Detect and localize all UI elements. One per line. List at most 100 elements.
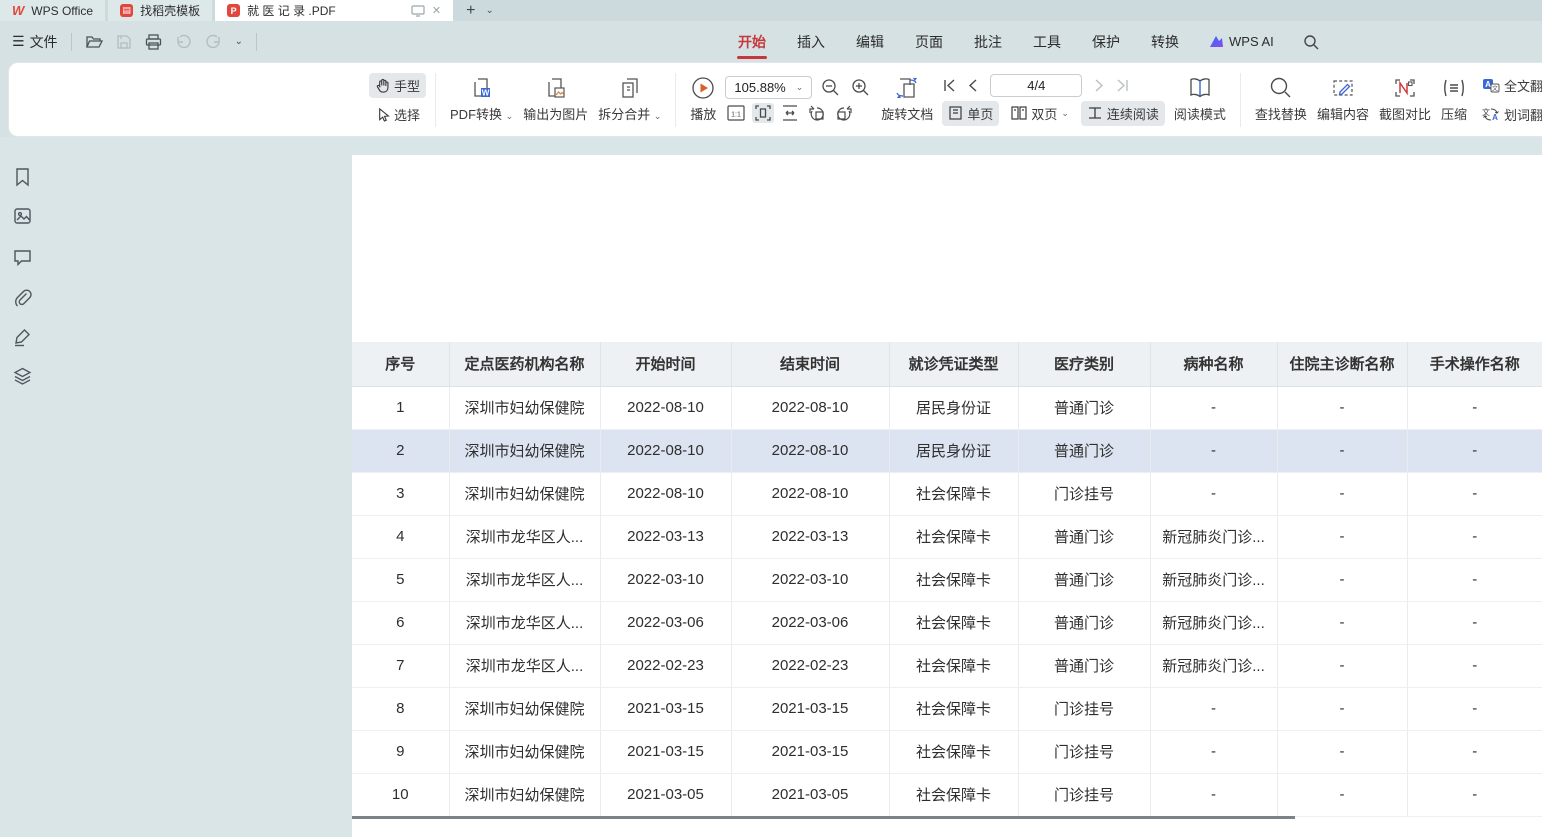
redo-icon[interactable] xyxy=(205,34,222,49)
tab-label: 就 医 记 录 .PDF xyxy=(247,2,336,19)
svg-text:文: 文 xyxy=(1482,107,1490,117)
fit-page-button[interactable] xyxy=(752,103,774,123)
zoom-in-button[interactable] xyxy=(849,76,872,99)
open-file-icon[interactable] xyxy=(85,34,103,50)
save-icon[interactable] xyxy=(116,34,132,50)
fit-width-button[interactable] xyxy=(779,103,801,123)
page-number-input[interactable] xyxy=(990,74,1082,97)
tab-docer-templates[interactable]: ▤ 找稻壳模板 xyxy=(108,0,212,21)
thumbnail-icon[interactable] xyxy=(13,207,32,225)
hand-tool-button[interactable]: 手型 xyxy=(369,73,426,98)
export-image-button[interactable]: 输出为图片 xyxy=(518,74,593,125)
menu-tab-edit[interactable]: 编辑 xyxy=(855,23,885,61)
wps-ai-button[interactable]: WPS AI xyxy=(1209,34,1274,49)
svg-text:A: A xyxy=(1492,113,1498,122)
menu-tab-tools[interactable]: 工具 xyxy=(1032,23,1062,61)
new-tab-button[interactable]: + xyxy=(466,2,475,20)
find-replace-label: 查找替换 xyxy=(1255,104,1307,123)
table-cell: 10 xyxy=(352,773,449,816)
rotate-document-button[interactable]: 旋转文档 xyxy=(876,74,938,125)
double-page-button[interactable]: 双页 ⌄ xyxy=(1005,101,1075,126)
table-cell: - xyxy=(1277,644,1407,687)
table-cell: - xyxy=(1150,386,1277,429)
pdf-convert-label: PDF转换 xyxy=(450,107,502,122)
table-cell: 2021-03-05 xyxy=(600,773,731,816)
table-cell: 居民身份证 xyxy=(889,386,1018,429)
word-translate-label: 划词翻译 xyxy=(1504,105,1542,124)
last-page-button[interactable] xyxy=(1115,78,1130,93)
table-cell: 深圳市妇幼保健院 xyxy=(449,472,600,515)
signature-icon[interactable] xyxy=(13,327,32,347)
close-tab-icon[interactable]: ✕ xyxy=(432,4,441,17)
edit-content-label: 编辑内容 xyxy=(1317,104,1369,123)
word-translate-button[interactable]: 文 A 划词翻译 ⌄ xyxy=(1476,102,1542,127)
table-cell: 7 xyxy=(352,644,449,687)
table-cell: 2022-08-10 xyxy=(600,472,731,515)
layers-icon[interactable] xyxy=(13,367,32,386)
continuous-read-button[interactable]: 连续阅读 xyxy=(1081,101,1165,126)
read-mode-button[interactable]: 阅读模式 xyxy=(1169,74,1231,125)
split-merge-icon xyxy=(618,76,642,100)
table-cell: 社会保障卡 xyxy=(889,730,1018,773)
menu-tab-protect[interactable]: 保护 xyxy=(1091,23,1121,61)
svg-text:文: 文 xyxy=(1492,84,1498,92)
table-cell: 9 xyxy=(352,730,449,773)
table-cell: - xyxy=(1407,472,1542,515)
rotate-document-label: 旋转文档 xyxy=(881,104,933,123)
edit-content-button[interactable]: 编辑内容 xyxy=(1312,74,1374,125)
zoom-out-button[interactable] xyxy=(819,76,842,99)
menu-search-icon[interactable] xyxy=(1303,34,1319,50)
menu-tab-convert[interactable]: 转换 xyxy=(1150,23,1180,61)
actual-size-button[interactable]: 1:1 xyxy=(725,103,747,123)
bookmark-icon[interactable] xyxy=(13,167,32,187)
screenshot-compare-button[interactable]: 截图对比 xyxy=(1374,74,1436,125)
zoom-level-select[interactable]: 105.88% ⌄ xyxy=(725,76,812,99)
table-cell: 门诊挂号 xyxy=(1018,472,1150,515)
table-cell: 深圳市妇幼保健院 xyxy=(449,773,600,816)
table-cell: 2022-03-06 xyxy=(600,601,731,644)
full-translate-button[interactable]: A 文 全文翻译 xyxy=(1476,73,1542,98)
tab-wps-office[interactable]: W WPS Office xyxy=(0,0,105,21)
pdf-convert-button[interactable]: W PDF转换 ⌄ xyxy=(445,74,518,125)
rotate-left-button[interactable] xyxy=(806,103,828,123)
table-cell: 居民身份证 xyxy=(889,429,1018,472)
pdf-page: 序号定点医药机构名称开始时间结束时间就诊凭证类型医疗类别病种名称住院主诊断名称手… xyxy=(352,155,1542,837)
tab-list-chevron-icon[interactable]: ⌄ xyxy=(485,5,493,16)
menu-tab-page[interactable]: 页面 xyxy=(914,23,944,61)
undo-icon[interactable] xyxy=(175,34,192,49)
table-row: 8深圳市妇幼保健院2021-03-152021-03-15社会保障卡门诊挂号--… xyxy=(352,687,1542,730)
select-tool-button[interactable]: 选择 xyxy=(369,102,426,127)
table-cell: 新冠肺炎门诊... xyxy=(1150,601,1277,644)
file-menu-button[interactable]: ☰ 文件 xyxy=(12,32,58,52)
table-cell: - xyxy=(1407,558,1542,601)
find-replace-button[interactable]: 查找替换 xyxy=(1250,74,1312,125)
table-cell: - xyxy=(1277,773,1407,816)
table-cell: - xyxy=(1277,687,1407,730)
print-icon[interactable] xyxy=(145,34,162,50)
previous-page-button[interactable] xyxy=(966,78,981,93)
comment-icon[interactable] xyxy=(13,248,32,266)
table-cell: - xyxy=(1407,386,1542,429)
split-merge-button[interactable]: 拆分合并 ⌄ xyxy=(593,74,666,125)
next-page-button[interactable] xyxy=(1091,78,1106,93)
attachment-icon[interactable] xyxy=(13,288,32,307)
menu-tab-home[interactable]: 开始 xyxy=(737,23,767,61)
rotate-right-button[interactable] xyxy=(833,103,855,123)
play-button[interactable]: 播放 xyxy=(685,74,721,125)
table-cell: 深圳市妇幼保健院 xyxy=(449,730,600,773)
first-page-button[interactable] xyxy=(942,78,957,93)
menu-tab-comment[interactable]: 批注 xyxy=(973,23,1003,61)
hamburger-icon: ☰ xyxy=(12,33,25,50)
compress-button[interactable]: 压缩 xyxy=(1436,74,1472,125)
column-header: 结束时间 xyxy=(731,342,889,386)
table-cell: 深圳市妇幼保健院 xyxy=(449,687,600,730)
table-cell: 新冠肺炎门诊... xyxy=(1150,515,1277,558)
menu-tab-insert[interactable]: 插入 xyxy=(796,23,826,61)
undo-redo-chevron-icon[interactable]: ⌄ xyxy=(235,36,243,47)
table-cell: - xyxy=(1277,515,1407,558)
tab-document-pdf[interactable]: P 就 医 记 录 .PDF ✕ xyxy=(215,0,453,21)
pdf-file-icon: P xyxy=(227,4,240,17)
present-monitor-icon[interactable] xyxy=(411,5,425,17)
single-page-button[interactable]: 单页 xyxy=(942,101,999,126)
table-cell: - xyxy=(1277,601,1407,644)
